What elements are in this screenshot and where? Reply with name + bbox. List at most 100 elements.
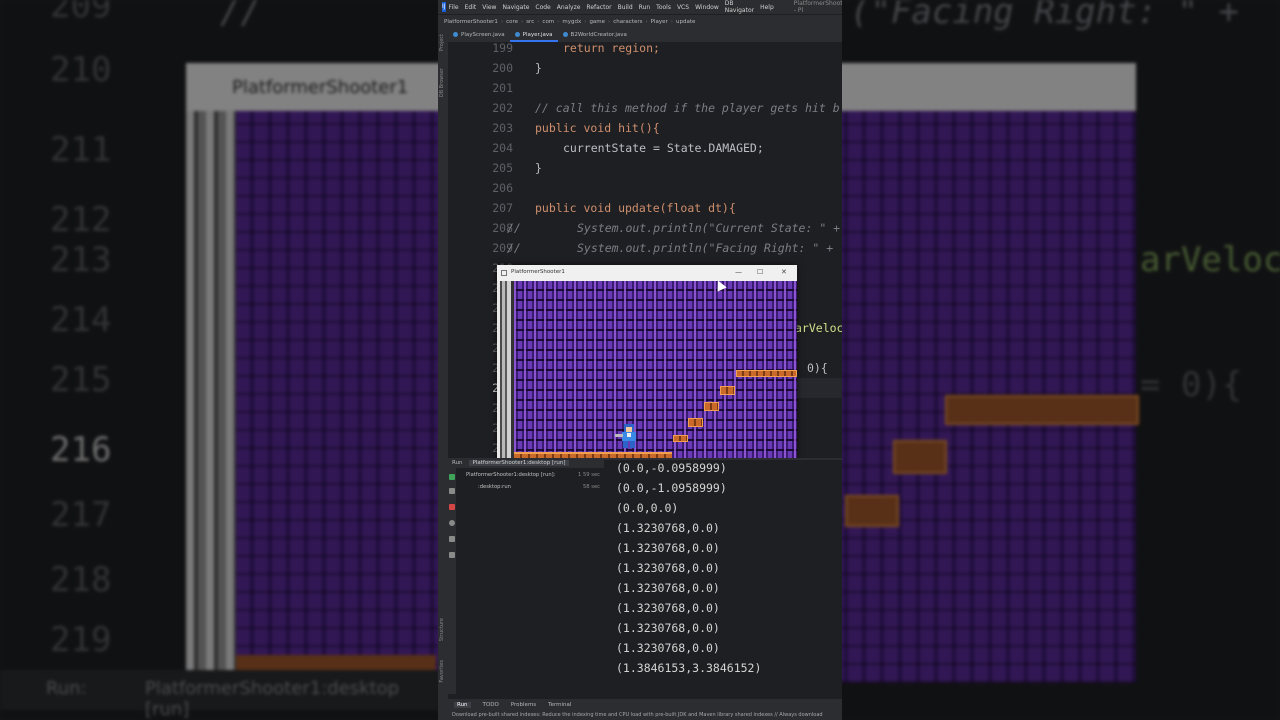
status-bar[interactable]: Download pre-built shared indexes: Reduc…: [438, 710, 842, 720]
menu-view[interactable]: View: [482, 4, 496, 11]
tab-b2worldcreator[interactable]: B2WorldCreator.java: [558, 28, 632, 42]
menu-vcs[interactable]: VCS: [677, 4, 689, 11]
line-number: 199: [492, 41, 513, 55]
console-line: (1.3230768,0.0): [616, 541, 720, 555]
camera-icon[interactable]: [449, 520, 455, 526]
rerun-icon[interactable]: [449, 474, 455, 480]
bg-line-number: 217: [50, 495, 112, 535]
tab-terminal[interactable]: Terminal: [548, 702, 571, 708]
breadcrumb-item[interactable]: Player: [651, 19, 668, 25]
code-line[interactable]: return region;: [563, 41, 660, 55]
run-tree-root[interactable]: PlatformerShooter1:desktop [run]:: [466, 472, 555, 478]
breadcrumb-item[interactable]: game: [589, 19, 605, 25]
line-number: 200: [492, 61, 513, 75]
bg-platform: [893, 440, 947, 474]
favorites-tool-button[interactable]: Favorites: [439, 660, 445, 683]
run-tree-child-time: 58 sec: [583, 484, 600, 490]
pin-icon[interactable]: [449, 552, 455, 558]
run-tree: PlatformerShooter1:desktop [run]: 1 59 s…: [456, 468, 605, 694]
maximize-button[interactable]: ☐: [757, 268, 763, 276]
minimize-button[interactable]: —: [735, 268, 742, 276]
console-output[interactable]: (0.0,-0.0958999) (0.0,-1.0958999) (0.0,0…: [604, 460, 842, 694]
java-class-icon: [453, 32, 458, 37]
console-line: (1.3846153,3.3846152): [616, 661, 762, 675]
line-number: 203: [492, 121, 513, 135]
code-comment[interactable]: // call this method if the player gets h…: [535, 101, 840, 115]
bg-line-number: 219: [50, 620, 112, 660]
run-tree-root-time: 1 59 sec: [578, 472, 600, 478]
tab-label: Player.java: [522, 32, 553, 38]
breadcrumb-item[interactable]: characters: [613, 19, 642, 25]
bg-line-number: 212: [50, 200, 112, 240]
game-platform: [704, 402, 719, 411]
menu-code[interactable]: Code: [535, 4, 550, 11]
db-browser-tool-button[interactable]: DB Browser: [439, 68, 445, 97]
breadcrumb-item[interactable]: com: [542, 19, 554, 25]
bg-line-number: 210: [50, 50, 112, 90]
code-fragment[interactable]: 0){: [807, 361, 828, 375]
java-class-icon: [514, 32, 520, 37]
code-line[interactable]: }: [535, 61, 542, 75]
code-fragment[interactable]: arVeloc: [795, 321, 842, 335]
window-title: PlatformerShooter1 - Pl: [793, 0, 842, 14]
menu-refactor[interactable]: Refactor: [586, 4, 611, 11]
console-line: (0.0,-1.0958999): [616, 481, 727, 495]
line-number: 202: [492, 101, 513, 115]
code-comment[interactable]: System.out.println("Facing Right: " +: [577, 241, 833, 255]
run-tree-child[interactable]: :desktop:run: [478, 484, 511, 490]
run-config-tab[interactable]: PlatformerShooter1:desktop [run]: [468, 460, 570, 466]
menu-window[interactable]: Window: [695, 4, 719, 11]
code-line[interactable]: public void update(float dt){: [535, 201, 736, 215]
bg-line-number: 214: [50, 300, 112, 340]
close-button[interactable]: ✕: [781, 268, 787, 276]
layout-icon[interactable]: [449, 536, 455, 542]
bg-code-fragment: = 0){: [1140, 365, 1243, 405]
tab-run[interactable]: Run: [454, 702, 471, 708]
code-line[interactable]: public void hit(){: [535, 121, 660, 135]
game-platform: [688, 418, 703, 427]
menu-db-navigator[interactable]: DB Navigator: [725, 0, 754, 14]
run-tree-root-label: PlatformerShooter1:desktop [run]:: [466, 472, 556, 478]
menu-help[interactable]: Help: [760, 4, 774, 11]
tab-playscreen[interactable]: PlayScreen.java: [448, 28, 510, 42]
game-titlebar[interactable]: PlatformerShooter1 — ☐ ✕: [497, 265, 797, 281]
menu-build[interactable]: Build: [618, 4, 633, 11]
bg-line-number: 218: [50, 560, 112, 600]
code-comment[interactable]: System.out.println("Current State: " +: [577, 221, 840, 235]
breadcrumb-item[interactable]: core: [506, 19, 518, 25]
bg-line-number: 213: [50, 240, 112, 280]
wrench-icon[interactable]: [449, 488, 455, 494]
tab-player[interactable]: Player.java: [509, 28, 558, 42]
tab-todo[interactable]: TODO: [483, 702, 499, 708]
comment-marker: //: [507, 221, 521, 235]
bg-code-fragment: ("Facing Right: " +: [850, 0, 1239, 32]
tab-problems[interactable]: Problems: [511, 702, 536, 708]
menu-navigate[interactable]: Navigate: [502, 4, 529, 11]
run-label: Run: [452, 460, 463, 466]
stop-icon[interactable]: [449, 504, 455, 510]
breadcrumb-item[interactable]: PlatformerShooter1: [444, 19, 498, 25]
breadcrumb: PlatformerShooter1 › core › src › com › mygd…: [438, 14, 842, 28]
bg-code-fragment: arVeloc: [1140, 240, 1280, 280]
ide-window: IJ File Edit View Navigate Code Analyze …: [438, 0, 842, 720]
game-window[interactable]: PlatformerShooter1 — ☐ ✕: [497, 265, 797, 462]
project-tool-button[interactable]: Project: [439, 34, 445, 51]
console-line: (0.0,0.0): [616, 501, 679, 515]
run-toolbar: [448, 468, 456, 694]
menu-edit[interactable]: Edit: [465, 4, 477, 11]
console-line: (1.3230768,0.0): [616, 561, 720, 575]
code-line[interactable]: }: [535, 161, 542, 175]
breadcrumb-item[interactable]: update: [676, 19, 695, 25]
line-number: 206: [492, 181, 513, 195]
code-line[interactable]: currentState = State.DAMAGED;: [563, 141, 764, 155]
bg-run-tab: PlatformerShooter1:desktop [run]: [145, 678, 400, 720]
bg-run-label: Run:: [46, 678, 87, 699]
structure-tool-button[interactable]: Structure: [439, 618, 445, 641]
menu-analyze[interactable]: Analyze: [557, 4, 581, 11]
breadcrumb-item[interactable]: src: [526, 19, 534, 25]
menu-tools[interactable]: Tools: [656, 4, 671, 11]
menu-file[interactable]: File: [449, 4, 459, 11]
menu-run[interactable]: Run: [639, 4, 651, 11]
run-tree-child-label: :desktop:run: [478, 484, 511, 490]
breadcrumb-item[interactable]: mygdx: [562, 19, 581, 25]
